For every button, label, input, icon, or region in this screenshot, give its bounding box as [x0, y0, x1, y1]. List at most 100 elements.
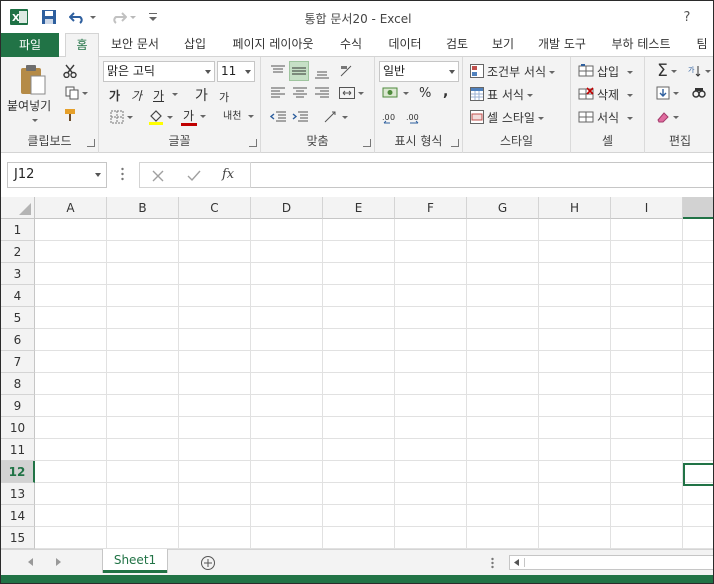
- align-right-icon[interactable]: [313, 85, 331, 101]
- formula-bar-grip-icon[interactable]: [121, 167, 124, 181]
- next-sheet-icon[interactable]: [53, 556, 65, 568]
- format-table-icon[interactable]: [469, 86, 485, 102]
- font-color-button[interactable]: 가: [183, 107, 194, 124]
- row-header-15[interactable]: 15: [1, 527, 35, 549]
- decrease-indent-icon[interactable]: [269, 109, 287, 125]
- fill-icon[interactable]: [653, 85, 681, 101]
- phonetic-button[interactable]: 내천: [223, 107, 241, 122]
- paste-button[interactable]: 붙여넣기: [7, 97, 51, 114]
- cell-area[interactable]: [35, 219, 713, 549]
- sheet-tab-sheet1[interactable]: Sheet1: [103, 549, 167, 573]
- merge-center-icon[interactable]: [337, 85, 365, 101]
- column-header-e[interactable]: E: [323, 197, 395, 219]
- enter-icon[interactable]: [186, 168, 202, 184]
- tab-file[interactable]: 파일: [1, 33, 59, 57]
- horizontal-scrollbar[interactable]: [509, 555, 713, 570]
- cancel-icon[interactable]: [150, 168, 166, 184]
- find-select-icon[interactable]: [687, 85, 711, 101]
- tab-insert[interactable]: 삽입: [177, 33, 213, 57]
- font-size-combo[interactable]: 11: [217, 61, 255, 82]
- row-header-12[interactable]: 12: [1, 461, 35, 483]
- font-name-combo[interactable]: 맑은 고딕: [103, 61, 215, 82]
- wrap-text-icon[interactable]: [321, 109, 349, 125]
- column-header-a[interactable]: A: [35, 197, 107, 219]
- fill-color-icon[interactable]: [145, 109, 175, 125]
- tab-developer[interactable]: 개발 도구: [531, 33, 593, 57]
- formula-input[interactable]: [251, 162, 713, 188]
- column-header-d[interactable]: D: [251, 197, 323, 219]
- help-button[interactable]: ?: [679, 8, 695, 26]
- tab-page-layout[interactable]: 페이지 레이아웃: [225, 33, 321, 57]
- row-header-3[interactable]: 3: [1, 263, 35, 285]
- conditional-format-icon[interactable]: [469, 63, 485, 79]
- scroll-left-icon[interactable]: [512, 558, 520, 567]
- orientation-icon[interactable]: [337, 63, 357, 79]
- select-all-button[interactable]: [1, 197, 35, 219]
- clipboard-launcher-icon[interactable]: [87, 139, 95, 147]
- paste-icon[interactable]: [17, 63, 49, 97]
- prev-sheet-icon[interactable]: [25, 556, 37, 568]
- name-box[interactable]: J12: [7, 162, 107, 188]
- align-left-icon[interactable]: [269, 85, 287, 101]
- tab-data[interactable]: 데이터: [381, 33, 429, 57]
- new-sheet-icon[interactable]: [199, 554, 217, 572]
- column-header-b[interactable]: B: [107, 197, 179, 219]
- format-cells-button[interactable]: 서식: [597, 109, 634, 126]
- scroll-thumb[interactable]: [524, 558, 713, 567]
- format-table-button[interactable]: 표 서식: [487, 86, 533, 103]
- cut-icon[interactable]: [61, 63, 79, 79]
- grow-font-button[interactable]: 가: [195, 85, 208, 105]
- conditional-format-button[interactable]: 조건부 서식: [487, 63, 556, 80]
- row-header-9[interactable]: 9: [1, 395, 35, 417]
- row-header-14[interactable]: 14: [1, 505, 35, 527]
- autosum-icon[interactable]: Σ: [653, 61, 681, 81]
- tab-review[interactable]: 검토: [439, 33, 475, 57]
- format-cells-icon[interactable]: [577, 109, 595, 125]
- column-header-h[interactable]: H: [539, 197, 611, 219]
- copy-icon[interactable]: [61, 85, 91, 101]
- delete-cells-icon[interactable]: [577, 86, 595, 102]
- cell-styles-button[interactable]: 셀 스타일: [487, 109, 544, 126]
- font-color-dropdown-icon[interactable]: [200, 115, 206, 118]
- tab-security-docs[interactable]: 보안 문서: [105, 33, 165, 57]
- tab-load-test[interactable]: 부하 테스트: [605, 33, 677, 57]
- row-header-8[interactable]: 8: [1, 373, 35, 395]
- column-header-f[interactable]: F: [395, 197, 467, 219]
- percent-style-button[interactable]: %: [419, 86, 431, 101]
- row-header-1[interactable]: 1: [1, 219, 35, 241]
- bold-button[interactable]: 가: [109, 87, 120, 104]
- decrease-decimal-icon[interactable]: .00: [405, 109, 425, 125]
- row-header-10[interactable]: 10: [1, 417, 35, 439]
- sort-filter-icon[interactable]: 가: [687, 63, 711, 79]
- row-header-2[interactable]: 2: [1, 241, 35, 263]
- row-header-6[interactable]: 6: [1, 329, 35, 351]
- row-header-13[interactable]: 13: [1, 483, 35, 505]
- insert-function-button[interactable]: fx: [222, 167, 234, 182]
- column-header-c[interactable]: C: [179, 197, 251, 219]
- tab-view[interactable]: 보기: [485, 33, 521, 57]
- underline-button[interactable]: 가: [153, 87, 164, 104]
- align-bottom-icon[interactable]: [313, 65, 331, 81]
- number-launcher-icon[interactable]: [451, 139, 459, 147]
- align-center-icon[interactable]: [291, 85, 309, 101]
- tab-formulas[interactable]: 수식: [333, 33, 369, 57]
- number-format-combo[interactable]: 일반: [379, 61, 459, 82]
- accounting-format-icon[interactable]: [379, 85, 411, 101]
- underline-dropdown-icon[interactable]: [172, 93, 178, 96]
- format-painter-icon[interactable]: [61, 107, 79, 123]
- font-launcher-icon[interactable]: [249, 139, 257, 147]
- alignment-launcher-icon[interactable]: [363, 139, 371, 147]
- italic-button[interactable]: 가: [131, 87, 142, 104]
- paste-dropdown-icon[interactable]: [32, 119, 38, 122]
- column-header-j[interactable]: [683, 197, 713, 219]
- insert-cells-icon[interactable]: [577, 63, 595, 79]
- column-header-i[interactable]: I: [611, 197, 683, 219]
- tab-home[interactable]: 홈: [65, 33, 99, 58]
- phonetic-dropdown-icon[interactable]: [248, 115, 254, 118]
- delete-cells-button[interactable]: 삭제: [597, 86, 634, 103]
- increase-decimal-icon[interactable]: .0 0: [381, 109, 401, 125]
- tab-team[interactable]: 팀: [689, 33, 713, 57]
- row-header-11[interactable]: 11: [1, 439, 35, 461]
- row-header-5[interactable]: 5: [1, 307, 35, 329]
- align-top-icon[interactable]: [269, 63, 287, 79]
